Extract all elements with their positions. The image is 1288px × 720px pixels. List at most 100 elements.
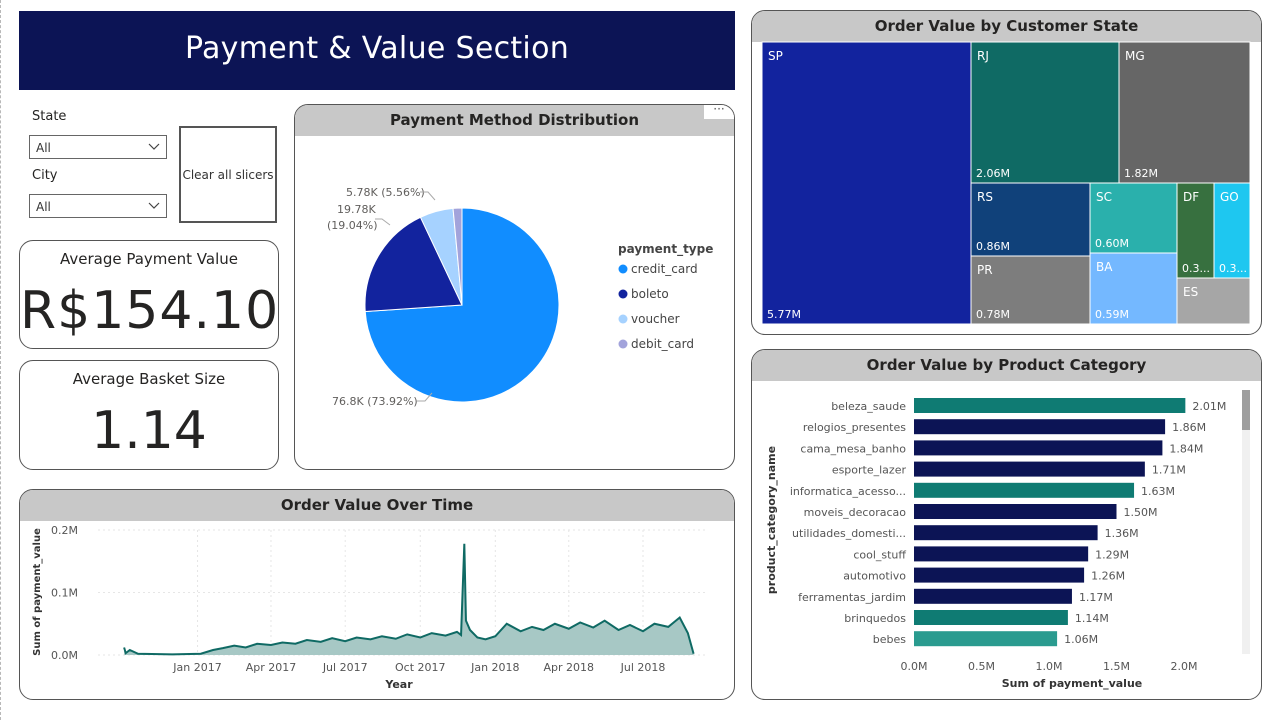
- x-tick-label: 1.0M: [1036, 660, 1063, 673]
- x-tick-label: Jul 2017: [322, 661, 368, 674]
- treemap-value-mg: 1.82M: [1124, 167, 1158, 180]
- chevron-down-icon: [148, 143, 160, 150]
- state-slicer-value: All: [36, 141, 51, 155]
- pie-label-boleto-percent: (19.04%): [327, 219, 378, 232]
- average-basket-card: Average Basket Size 1.14: [19, 360, 279, 470]
- area-fill: [124, 543, 694, 655]
- category-tick-label: automotivo: [843, 570, 906, 583]
- legend-item-voucher[interactable]: voucher: [631, 312, 680, 326]
- x-tick-label: Oct 2017: [395, 661, 446, 674]
- bar-1[interactable]: [914, 419, 1166, 435]
- bar-11[interactable]: [914, 631, 1058, 647]
- legend-marker-voucher: [618, 314, 628, 324]
- x-axis-title: Sum of payment_value: [1002, 677, 1143, 690]
- bar-data-label: 1.17M: [1079, 591, 1113, 604]
- payment-method-visual[interactable]: Payment Method Distribution ··· 76.8K (7…: [294, 104, 735, 470]
- treemap-label-ba: BA: [1096, 260, 1113, 274]
- bar-5[interactable]: [914, 504, 1117, 519]
- treemap-value-ba: 0.59M: [1095, 308, 1129, 321]
- y-axis-title: product_category_name: [765, 446, 778, 594]
- pie-label-voucher: 5.78K (5.56%): [346, 186, 425, 199]
- bar-data-label: 1.86M: [1172, 421, 1206, 434]
- treemap-label-sc: SC: [1096, 190, 1112, 204]
- treemap-tile-sp[interactable]: [761, 41, 972, 325]
- average-payment-value: R$154.10: [20, 281, 279, 341]
- treemap-value-df: 0.3...: [1182, 262, 1210, 275]
- treemap-tile-rj[interactable]: [970, 41, 1120, 184]
- pie-label-boleto-value: 19.78K: [337, 203, 376, 216]
- y-tick-label: 0.1M: [51, 587, 78, 600]
- pie-legend-title: payment_type: [618, 242, 713, 257]
- treemap-value-go: 0.3...: [1219, 262, 1247, 275]
- x-axis-title: Year: [384, 678, 413, 691]
- category-bar-visual[interactable]: Order Value by Product Category beleza_s…: [751, 349, 1262, 700]
- treemap-value-sp: 5.77M: [767, 308, 801, 321]
- bar-3[interactable]: [914, 461, 1145, 477]
- bar-data-label: 1.50M: [1124, 506, 1158, 519]
- bar-2[interactable]: [914, 440, 1163, 456]
- bar-7[interactable]: [914, 546, 1089, 562]
- timeline-visual[interactable]: Order Value Over Time Jan 2017 Apr 2017 Ju…: [19, 489, 735, 700]
- chevron-down-icon: [148, 202, 160, 209]
- category-bar-chart: beleza_saude 2.01M relogios_presentes 1.86M…: [765, 390, 1250, 690]
- x-tick-label: Jul 2018: [620, 661, 666, 674]
- treemap-label-sp: SP: [768, 49, 783, 63]
- x-tick-label: 0.0M: [901, 660, 928, 673]
- bar-6[interactable]: [914, 525, 1098, 541]
- category-tick-label: relogios_presentes: [803, 421, 906, 434]
- bar-data-label: 1.29M: [1095, 548, 1129, 561]
- scrollbar-thumb[interactable]: [1242, 390, 1250, 430]
- state-slicer-dropdown[interactable]: All: [29, 135, 167, 159]
- bar-4[interactable]: [914, 482, 1135, 498]
- bar-data-label: 1.84M: [1169, 442, 1203, 455]
- bar-0[interactable]: [914, 398, 1186, 413]
- treemap-label-rj: RJ: [977, 49, 989, 63]
- page-title-banner: Payment & Value Section: [19, 11, 735, 90]
- state-slicer-label: State: [32, 109, 67, 124]
- treemap-value-sc: 0.60M: [1095, 237, 1129, 250]
- bar-10[interactable]: [914, 610, 1068, 625]
- city-slicer-label: City: [32, 168, 58, 183]
- y-axis-title: Sum of payment_value: [32, 528, 43, 656]
- bar-data-label: 1.63M: [1141, 485, 1175, 498]
- x-tick-label: Jan 2018: [470, 661, 519, 674]
- category-tick-label: cama_mesa_banho: [800, 442, 906, 455]
- bar-data-label: 1.14M: [1075, 612, 1109, 625]
- average-payment-label: Average Payment Value: [60, 250, 238, 268]
- x-tick-label: Jan 2017: [172, 661, 221, 674]
- bar-9[interactable]: [914, 588, 1072, 604]
- legend-item-credit_card[interactable]: credit_card: [631, 262, 698, 276]
- legend-item-boleto[interactable]: boleto: [631, 287, 669, 301]
- pie-label-credit-card: 76.8K (73.92%): [332, 395, 418, 408]
- legend-marker-boleto: [618, 289, 628, 299]
- treemap-value-rj: 2.06M: [976, 167, 1010, 180]
- treemap-label-df: DF: [1183, 190, 1199, 204]
- y-tick-label: 0.0M: [51, 649, 78, 662]
- treemap-value-pr: 0.78M: [976, 308, 1010, 321]
- bar-data-label: 1.06M: [1064, 633, 1098, 646]
- legend-marker-debit_card: [618, 339, 628, 349]
- treemap-label-rs: RS: [977, 190, 993, 204]
- category-tick-label: beleza_saude: [831, 400, 906, 413]
- legend-item-debit_card[interactable]: debit_card: [631, 337, 694, 351]
- timeline-area-chart: Jan 2017 Apr 2017 Jul 2017 Oct 2017 Jan 2018…: [32, 524, 705, 691]
- x-tick-label: 1.5M: [1103, 660, 1130, 673]
- treemap-tile-mg[interactable]: [1118, 41, 1251, 184]
- category-tick-label: brinquedos: [844, 612, 906, 625]
- treemap-label-pr: PR: [977, 263, 993, 277]
- report-page: Payment & Value Section State All City A…: [0, 0, 1288, 720]
- clear-all-slicers-button[interactable]: Clear all slicers: [179, 126, 277, 223]
- x-tick-label: Apr 2017: [246, 661, 297, 674]
- x-tick-label: 0.5M: [968, 660, 995, 673]
- legend-marker-credit_card: [618, 264, 628, 274]
- treemap-label-go: GO: [1220, 190, 1239, 204]
- state-treemap-visual[interactable]: Order Value by Customer State SP 5.77M RJ 2…: [751, 10, 1262, 335]
- state-treemap: SP 5.77M RJ 2.06M MG 1.82M RS 0.86M SC 0.60M DF 0.3…: [761, 41, 1251, 325]
- city-slicer-value: All: [36, 200, 51, 214]
- bar-data-label: 1.26M: [1091, 570, 1125, 583]
- city-slicer-dropdown[interactable]: All: [29, 194, 167, 218]
- average-payment-card: Average Payment Value R$154.10: [19, 240, 279, 349]
- category-tick-label: utilidades_domesti...: [792, 527, 906, 540]
- bar-8[interactable]: [914, 567, 1085, 583]
- category-tick-label: informatica_acesso...: [790, 485, 906, 498]
